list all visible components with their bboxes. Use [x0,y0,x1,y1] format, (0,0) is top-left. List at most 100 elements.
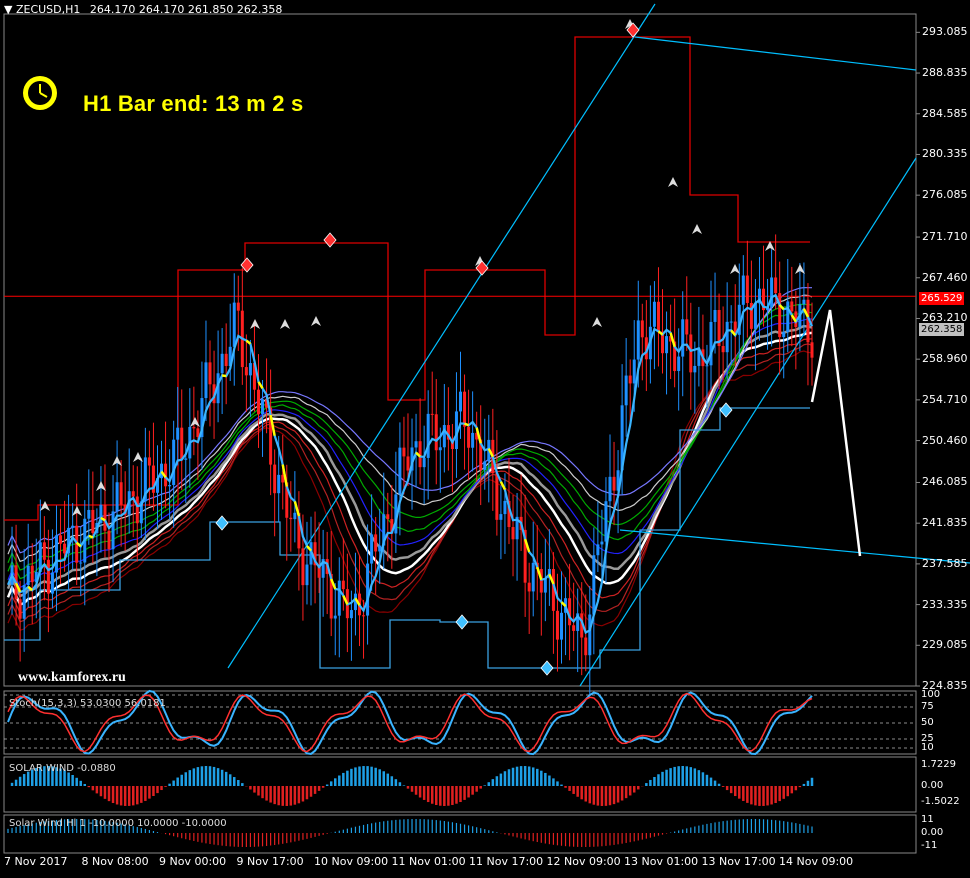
price-tick-label: 258.960 [922,352,968,366]
candle-body [612,476,616,491]
solar-level: -1.5022 [921,796,960,807]
signal-diamond [215,515,229,531]
candle-body [438,447,442,451]
arrow-marker [730,264,740,274]
candle-body [337,580,341,616]
candle-body [277,474,281,494]
candle-body [531,562,535,592]
candle-body [414,441,418,448]
candle-body [459,391,463,412]
candle-body [588,614,592,656]
candle-body [636,320,640,360]
time-tick-label: 12 Nov 09:00 [546,855,621,868]
signal-diamond [719,402,733,418]
candle-body [543,578,547,593]
candle-body [652,301,656,327]
candle-body [370,534,374,564]
candle-body [26,565,30,586]
fast-line-down-segment [464,422,470,427]
candle-body [790,301,794,312]
candle-body [640,320,644,338]
price-tick-label: 246.085 [922,475,968,489]
candle-body [495,473,499,520]
candle-body [729,321,733,323]
third-level: 11 [921,814,934,825]
time-tick-label: 10 Nov 09:00 [314,855,389,868]
candle-body [168,484,172,487]
time-tick-label: 8 Nov 08:00 [81,855,149,868]
candle-body [273,464,277,494]
candle-body [471,432,475,448]
candle-body [180,427,184,460]
time-tick-label: 7 Nov 2017 [4,855,68,868]
candle-body [236,302,240,311]
time-tick-label: 11 Nov 01:00 [391,855,466,868]
candle-body [46,559,50,594]
channel-line-top [634,36,917,71]
candle-body [467,426,471,448]
third-level: 0.00 [921,827,944,838]
candle-body [131,491,135,497]
price-tick-label: 284.585 [922,106,968,120]
candle-body [115,482,119,512]
candle-body [560,612,564,640]
candle-body [406,456,410,471]
candle-body [782,331,786,338]
candle-body [422,457,426,468]
stoch-title: Stoch(15,3,3) 53.0300 56.0181 [9,698,166,709]
candle-body [54,535,58,573]
fast-line-down-segment [245,339,252,345]
solar-level: 1.7229 [921,759,956,770]
candle-body [374,534,378,552]
candle-body [628,375,632,384]
candle-body [248,363,252,376]
price-tick-label: 241.835 [922,516,968,530]
arrow-marker [133,452,143,462]
candle-body [244,367,248,376]
candle-body [398,447,402,495]
candle-body [289,517,293,520]
candle-body [584,637,588,656]
price-tick-label: 276.085 [922,188,968,202]
candle-body [176,427,180,440]
candle-body [693,365,697,373]
candle-body [555,610,559,640]
candle-body [656,301,660,332]
candle-body [604,501,608,542]
fast-line-down-segment [88,534,94,539]
candle-body [689,334,693,373]
candle-body [71,525,75,528]
candle-body [632,359,636,384]
candle-body [261,399,265,415]
time-tick-label: 13 Nov 01:00 [624,855,699,868]
candle-body [107,530,111,550]
arrow-marker [40,501,50,511]
arrow-marker [280,319,290,329]
candle-body [572,625,576,631]
candle-body [463,391,467,427]
price-tick-label: 267.460 [922,270,968,284]
price-tick-label: 237.585 [922,556,968,570]
candle-body [341,580,345,590]
candle-body [349,610,353,619]
arrow-marker [668,177,678,187]
candle-body [232,302,236,347]
candle-body [79,562,83,564]
candle-body [50,572,54,594]
candle-body [18,599,22,619]
candle-body [30,565,34,583]
candle-body [305,564,309,586]
candle-body [681,319,685,357]
stoch-level: 10 [921,742,934,753]
candle-body [59,535,63,544]
time-tick-label: 9 Nov 00:00 [159,855,227,868]
signal-diamond [455,614,469,630]
price-tick-label: 293.085 [922,25,968,39]
fast-line-down-segment [221,374,227,378]
solar-level: 0.00 [921,780,944,791]
candle-body [665,336,669,354]
price-tick-label: 280.335 [922,147,968,161]
fast-line-down-segment [257,381,264,389]
price-tick-label: 254.710 [922,392,968,406]
menu-arrow-icon[interactable]: ▼ [4,3,12,16]
